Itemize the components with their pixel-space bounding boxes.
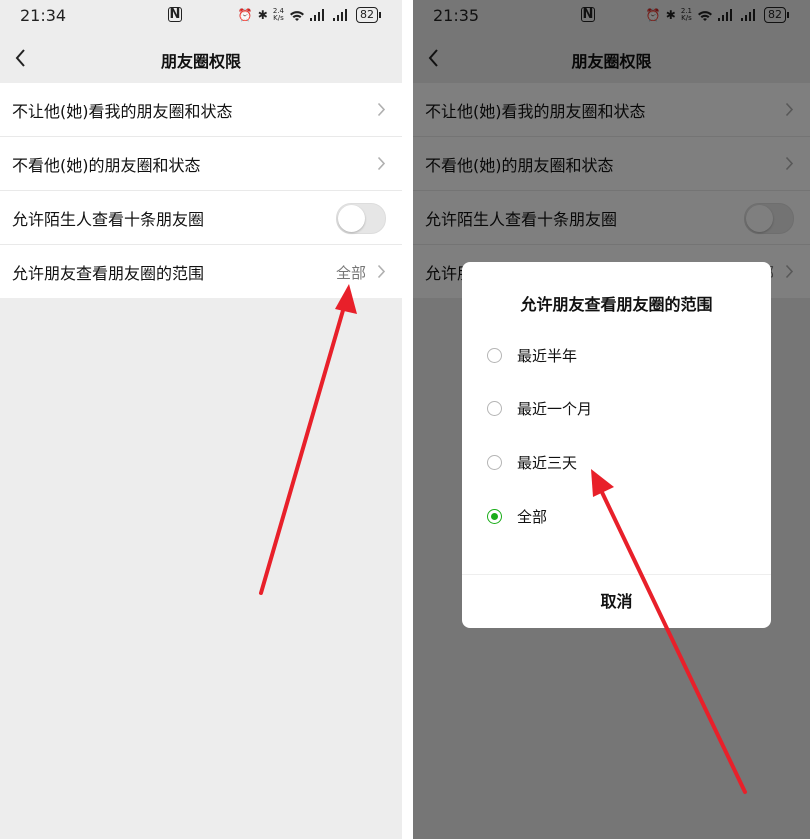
network-speed-icon: 2.4 K/s (272, 7, 284, 22)
row-label: 允许朋友查看朋友圈的范围 (12, 263, 205, 283)
row-visible-range[interactable]: 允许朋友查看朋友圈的范围 全部 (0, 245, 402, 298)
row-hide-my-moments[interactable]: 不让他(她)看我的朋友圈和状态 (0, 83, 402, 137)
row-hide-their-moments[interactable]: 不看他(她)的朋友圈和状态 (0, 137, 402, 191)
dialog-title: 允许朋友查看朋友圈的范围 (520, 295, 713, 314)
battery-icon: 82 (356, 7, 381, 23)
status-bar: 21:34 N ⏰ ✱ 2.4 K/s 82 (0, 0, 402, 33)
option-last-month[interactable]: 最近一个月 (487, 396, 592, 420)
row-label: 允许陌生人查看十条朋友圈 (12, 209, 205, 229)
radio-icon (487, 400, 502, 416)
chevron-right-icon (377, 102, 386, 117)
nav-bar: 朋友圈权限 (0, 33, 402, 83)
radio-icon (487, 347, 502, 363)
option-label: 最近一个月 (517, 399, 593, 418)
toggle-knob (338, 205, 365, 232)
radio-checked-icon (487, 508, 502, 524)
right-screen: 21:35 N ⏰ ✱ 2.1K/s 82 朋友圈权限 不让他(她)看我的朋友圈… (413, 0, 810, 839)
strangers-toggle[interactable] (336, 203, 386, 234)
radio-icon (487, 454, 502, 470)
chevron-right-icon (377, 264, 386, 279)
page-title: 朋友圈权限 (160, 52, 241, 71)
settings-list: 不让他(她)看我的朋友圈和状态 不看他(她)的朋友圈和状态 允许陌生人查看十条朋… (0, 83, 402, 298)
left-screen: 21:34 N ⏰ ✱ 2.4 K/s 82 朋友圈权限 不让他(她)看我的朋友圈… (0, 0, 402, 839)
option-label: 全部 (517, 507, 548, 526)
cancel-button[interactable]: 取消 (462, 575, 771, 628)
chevron-right-icon (377, 156, 386, 171)
status-time: 21:34 (20, 6, 67, 25)
signal-icon (333, 9, 347, 21)
nfc-icon: N (168, 7, 182, 22)
row-strangers-ten-posts: 允许陌生人查看十条朋友圈 (0, 191, 402, 245)
wifi-icon (290, 10, 304, 21)
option-last-three-days[interactable]: 最近三天 (487, 450, 577, 474)
option-label: 最近三天 (517, 453, 578, 472)
visible-range-dialog: 允许朋友查看朋友圈的范围 最近半年 最近一个月 最近三天 全部 取消 (462, 262, 771, 628)
option-last-half-year[interactable]: 最近半年 (487, 343, 577, 367)
option-all[interactable]: 全部 (487, 504, 547, 528)
visible-range-value: 全部 (335, 264, 366, 282)
row-label: 不让他(她)看我的朋友圈和状态 (12, 101, 233, 121)
signal-icon (310, 9, 324, 21)
option-label: 最近半年 (517, 346, 578, 365)
status-icons: ⏰ ✱ 2.4 K/s 82 (237, 7, 381, 23)
alarm-icon: ⏰ (237, 8, 253, 22)
row-label: 不看他(她)的朋友圈和状态 (12, 155, 201, 175)
bluetooth-icon: ✱ (257, 8, 268, 22)
